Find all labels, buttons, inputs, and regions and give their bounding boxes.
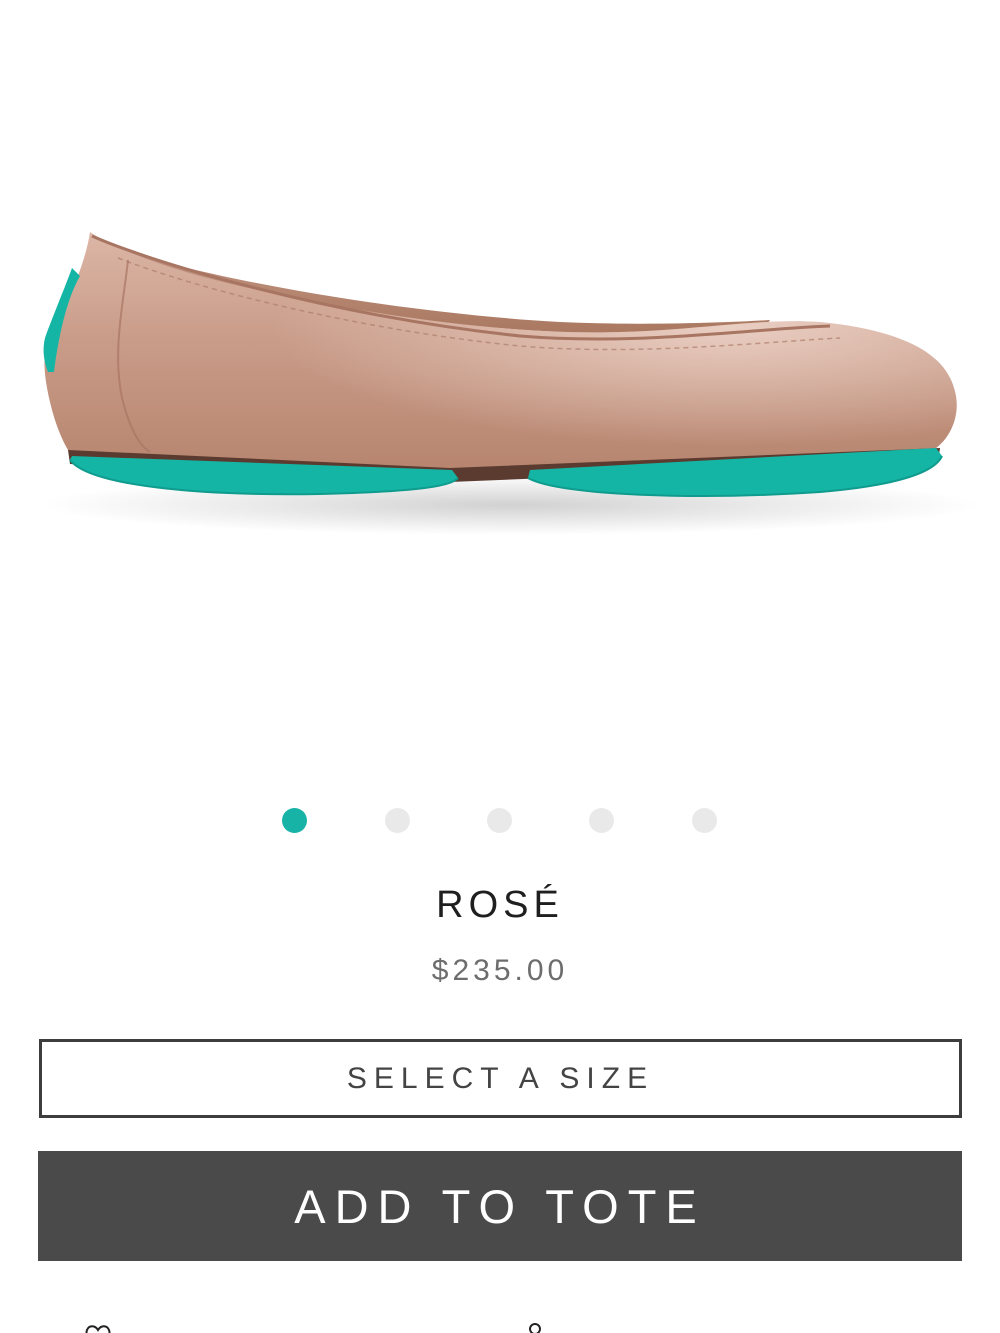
carousel-dot-3[interactable]: [487, 808, 512, 833]
add-to-tote-button[interactable]: ADD TO TOTE: [38, 1151, 962, 1261]
product-image-carousel[interactable]: [0, 0, 1000, 760]
carousel-pagination: [0, 806, 1000, 834]
heart-icon[interactable]: [83, 1321, 113, 1333]
product-title: ROSÉ: [436, 884, 564, 926]
size-selector[interactable]: SELECT A SIZE: [39, 1039, 962, 1118]
carousel-dot-5[interactable]: [692, 808, 717, 833]
add-to-tote-label: ADD TO TOTE: [294, 1179, 706, 1233]
size-selector-label: SELECT A SIZE: [346, 1061, 655, 1095]
product-price: $235.00: [431, 954, 569, 987]
carousel-dot-1[interactable]: [282, 808, 307, 833]
carousel-dot-4[interactable]: [589, 808, 614, 833]
product-image: [40, 232, 980, 535]
carousel-dot-2[interactable]: [385, 808, 410, 833]
share-icon[interactable]: [520, 1321, 550, 1333]
